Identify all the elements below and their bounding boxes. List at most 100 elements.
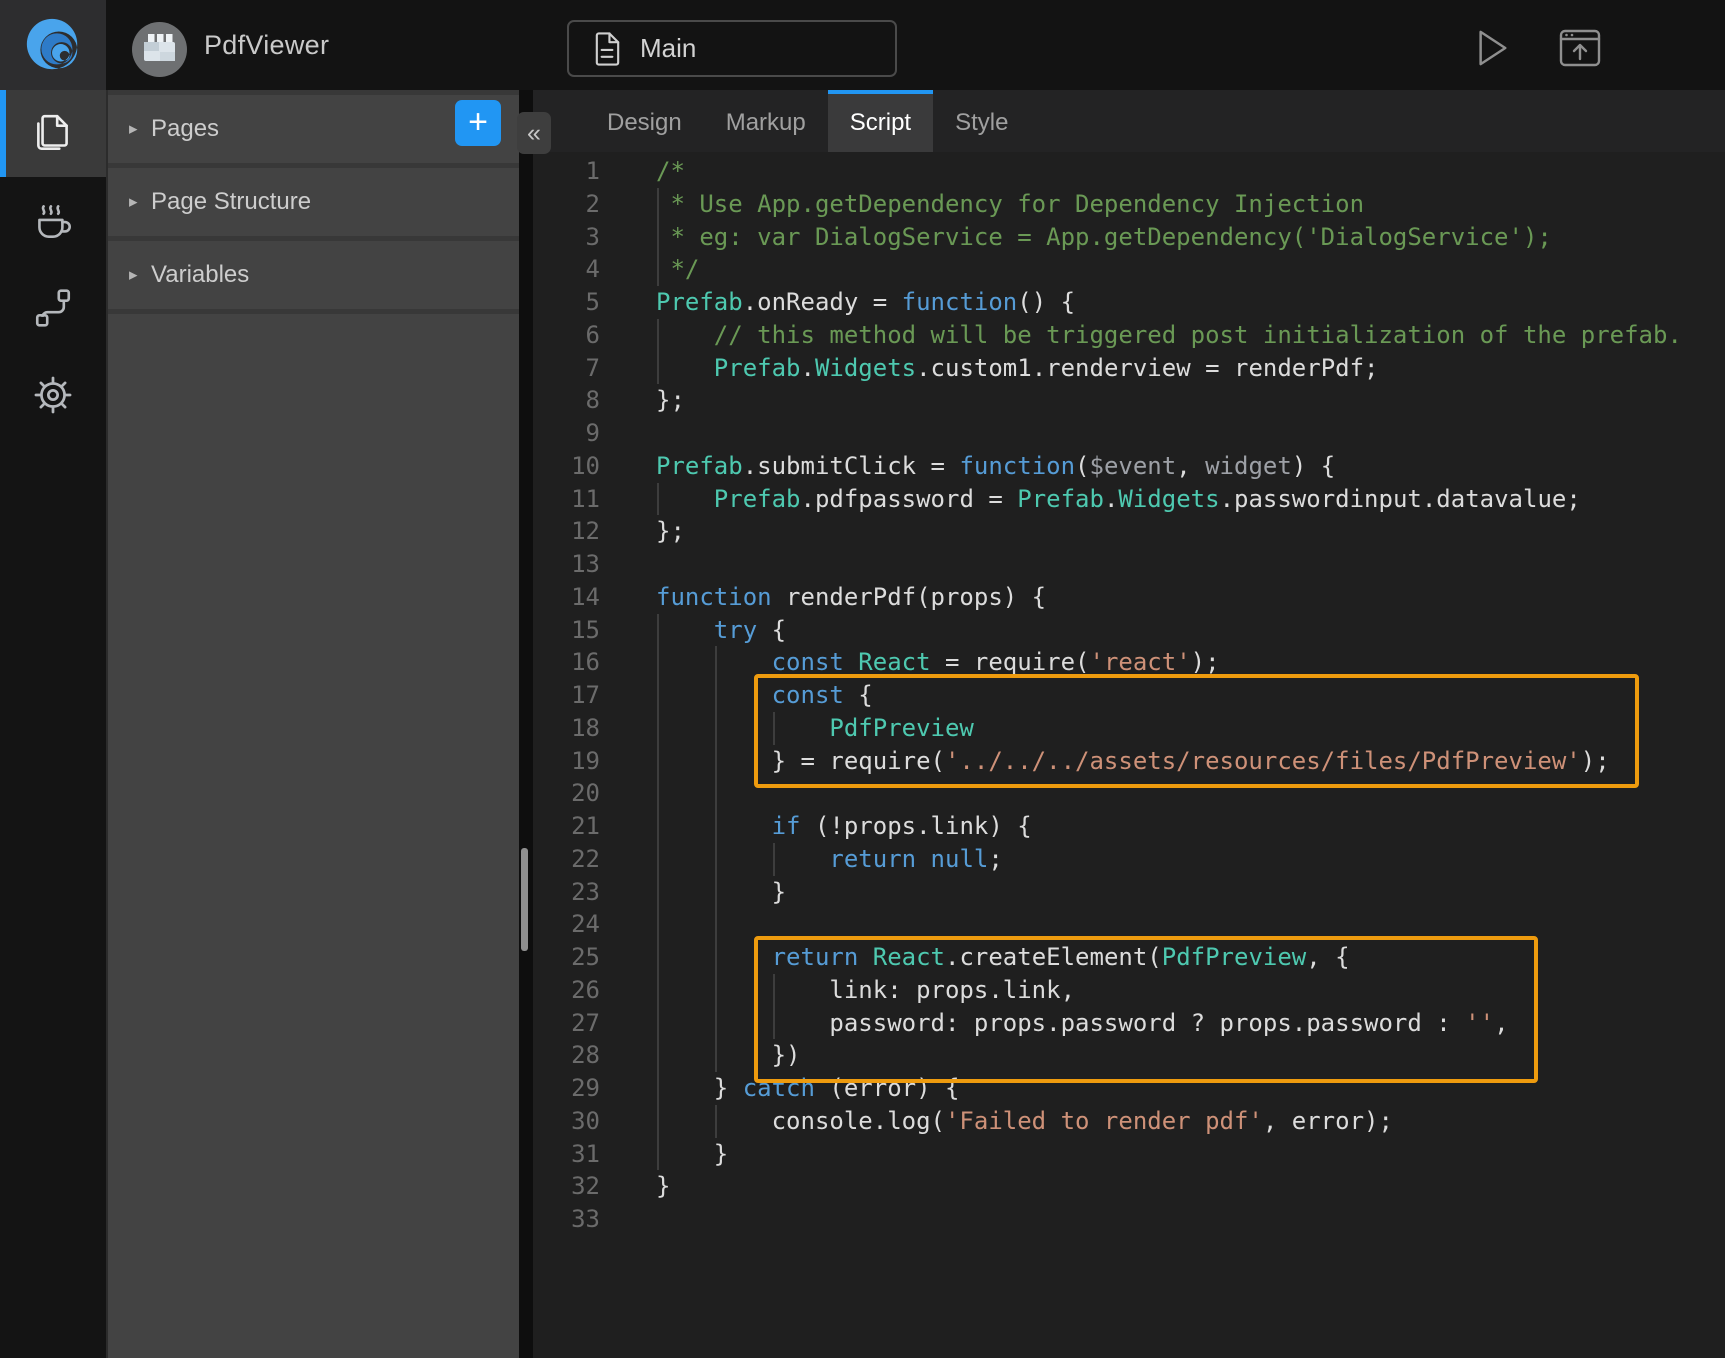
code-token: '' [1465,1009,1494,1037]
indent-guide [657,483,659,516]
code-token: const [772,648,844,676]
indent-guide [657,745,659,778]
code-token: renderPdf(props) { [772,583,1047,611]
indent-guide [657,646,659,679]
code-token: ); [1581,747,1610,775]
code-line[interactable]: PdfPreview [656,712,1725,745]
wave-logo-icon [22,14,84,76]
add-page-button[interactable]: + [455,100,501,146]
code-token: .passwordinput.datavalue; [1220,485,1581,513]
code-line[interactable]: * Use App.getDependency for Dependency I… [656,188,1725,221]
code-line[interactable]: return null; [656,843,1725,876]
code-token: ; [988,845,1002,873]
code-token: ( [1075,452,1089,480]
code-line[interactable]: } [656,1138,1725,1171]
code-token: password: props.password ? props.passwor… [656,1009,1465,1037]
code-line[interactable]: */ [656,253,1725,286]
sidebar-item-settings[interactable] [0,351,106,438]
code-line[interactable]: /* [656,155,1725,188]
code-line[interactable]: }) [656,1039,1725,1072]
preview-button[interactable] [1468,24,1516,72]
active-artifact-selector[interactable]: Main [567,20,897,77]
code-line[interactable] [656,777,1725,810]
code-token: Prefab [714,485,801,513]
section-page-structure[interactable]: ▸Page Structure [108,168,519,236]
indent-guide [715,941,717,974]
tab-design[interactable]: Design [585,90,704,152]
indent-guide [657,188,659,221]
tab-script[interactable]: Script [828,90,933,152]
code-line[interactable]: password: props.password ? props.passwor… [656,1007,1725,1040]
code-line[interactable]: try { [656,614,1725,647]
sidebar-item-connectors[interactable] [0,264,106,351]
app-logo[interactable] [0,0,106,90]
code-line[interactable]: Prefab.pdfpassword = Prefab.Widgets.pass… [656,483,1725,516]
page-title: PdfViewer [204,0,329,90]
indent-guide [715,843,717,876]
code-line[interactable]: }; [656,384,1725,417]
code-line[interactable]: * eg: var DialogService = App.getDepende… [656,221,1725,254]
tab-style[interactable]: Style [933,90,1030,152]
line-number-gutter: 1234567891011121314151617181920212223242… [533,155,600,1236]
code-line[interactable]: } [656,1170,1725,1203]
scrollbar-handle[interactable] [521,848,528,951]
code-token: function [959,452,1075,480]
sidebar-item-java-services[interactable] [0,177,106,264]
code-editor[interactable]: 1234567891011121314151617181920212223242… [533,152,1725,1358]
code-token [656,354,714,382]
code-line[interactable] [656,417,1725,450]
line-number: 11 [533,483,600,516]
code-line[interactable]: const React = require('react'); [656,646,1725,679]
code-token: PdfPreview [1162,943,1307,971]
code-token: .createElement( [945,943,1162,971]
code-token: , { [1306,943,1349,971]
indent-guide [657,777,659,810]
tab-markup[interactable]: Markup [704,90,828,152]
gear-icon [31,373,75,417]
line-number: 18 [533,712,600,745]
indent-guide [773,974,775,1007]
code-line[interactable]: Prefab.onReady = function() { [656,286,1725,319]
indent-guide [773,1007,775,1040]
code-line[interactable]: return React.createElement(PdfPreview, { [656,941,1725,974]
code-token: } [656,1140,728,1168]
indent-guide [715,876,717,909]
code-token [858,943,872,971]
code-line[interactable]: } [656,876,1725,909]
sidebar-item-pages[interactable] [0,90,106,177]
section-variables[interactable]: ▸Variables [108,241,519,309]
indent-guide [657,679,659,712]
code-line[interactable]: // this method will be triggered post in… [656,319,1725,352]
code-line[interactable] [656,548,1725,581]
code-token [656,714,829,742]
code-line[interactable] [656,908,1725,941]
code-line[interactable]: Prefab.submitClick = function($event, wi… [656,450,1725,483]
code-line[interactable]: }; [656,515,1725,548]
publish-button[interactable] [1556,24,1604,72]
indent-guide [715,1105,717,1138]
pages-icon [30,111,76,157]
code-line[interactable] [656,1203,1725,1236]
indent-guide [657,319,659,352]
code-token: PdfPreview [829,714,974,742]
code-line[interactable]: } catch (error) { [656,1072,1725,1105]
code-token: } [656,1172,670,1200]
line-number: 28 [533,1039,600,1072]
code-line[interactable]: console.log('Failed to render pdf', erro… [656,1105,1725,1138]
code-line[interactable]: if (!props.link) { [656,810,1725,843]
code-line[interactable]: const { [656,679,1725,712]
artifact-label: Main [640,33,696,64]
code-line[interactable]: } = require('../../../assets/resources/f… [656,745,1725,778]
code-line[interactable]: function renderPdf(props) { [656,581,1725,614]
coffee-icon [29,197,77,245]
code-line[interactable]: Prefab.Widgets.custom1.renderview = rend… [656,352,1725,385]
indent-guide [715,1039,717,1072]
code-token: .custom1.renderview = renderPdf; [916,354,1378,382]
code-token: */ [656,255,699,283]
line-number: 5 [533,286,600,319]
code-token: ) { [1292,452,1335,480]
collapse-panel-button[interactable]: « [517,112,551,154]
indent-guide [657,876,659,909]
line-number: 15 [533,614,600,647]
code-line[interactable]: link: props.link, [656,974,1725,1007]
